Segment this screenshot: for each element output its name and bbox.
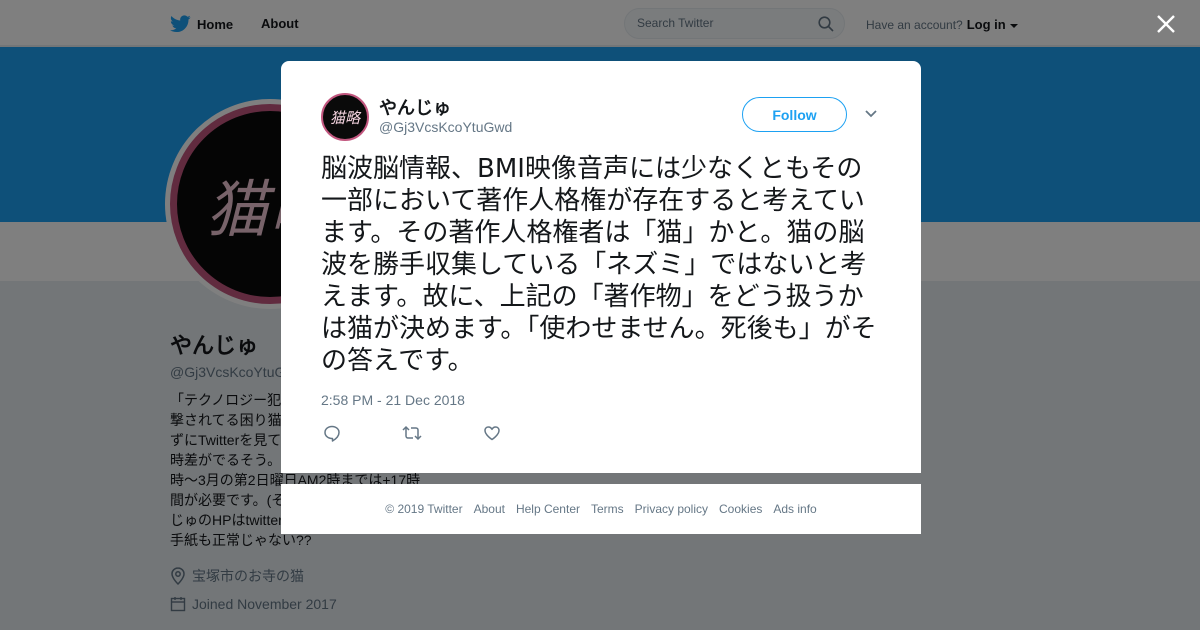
tweet-modal: 猫略 やんじゅ @Gj3VcsKcoYtuGwd Follow 脳波脳情報、BM… [281,61,921,473]
footer-link-about[interactable]: About [474,502,505,516]
tweet-author-handle[interactable]: @Gj3VcsKcoYtuGwd [379,119,512,135]
like-icon[interactable] [483,424,501,442]
footer-link-terms[interactable]: Terms [591,502,624,516]
follow-button[interactable]: Follow [742,97,847,132]
tweet-text: 脳波脳情報、BMI映像音声には少なくともその一部において著作人格権が存在すると考… [321,154,877,376]
footer-link-help-center[interactable]: Help Center [516,502,580,516]
footer-link-cookies[interactable]: Cookies [719,502,762,516]
retweet-icon[interactable] [402,424,422,442]
footer-link-privacy[interactable]: Privacy policy [635,502,708,516]
avatar-text: 猫略 [329,108,360,127]
tweet-author-name[interactable]: やんじゅ [379,94,451,120]
modal-footer: © 2019 Twitter About Help Center Terms P… [281,484,921,534]
reply-icon[interactable] [323,424,341,442]
close-icon[interactable] [1154,12,1178,36]
tweet-author-avatar[interactable]: 猫略 [321,93,369,141]
footer-link-ads-info[interactable]: Ads info [773,502,816,516]
chevron-down-icon[interactable] [864,109,878,119]
footer-copyright: © 2019 Twitter [385,502,463,516]
tweet-timestamp[interactable]: 2:58 PM - 21 Dec 2018 [321,392,465,408]
